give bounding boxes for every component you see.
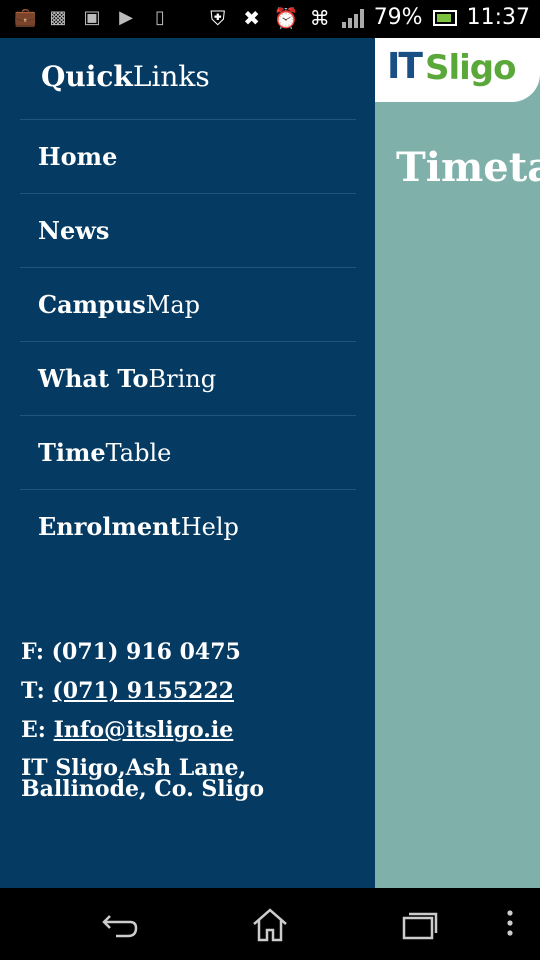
menu-item-enrolment-help[interactable]: Enrolment Help: [20, 489, 356, 563]
logo-it-text: IT: [387, 46, 423, 87]
navigation-drawer: QuickLinks Home News Campus Map What To Br…: [0, 38, 375, 888]
menu-item-label-suffix: Table: [105, 438, 172, 467]
menu-item-label-suffix: Map: [145, 290, 201, 319]
menu-item-home[interactable]: Home: [20, 119, 356, 193]
recent-apps-icon: [402, 912, 438, 940]
address: IT Sligo,Ash Lane, Ballinode, Co. Sligo: [21, 757, 265, 802]
shopping-bag-icon: 💼: [14, 7, 37, 28]
phone-link[interactable]: (071) 9155222: [52, 678, 234, 704]
page-title: Timeta: [396, 144, 540, 191]
menu-item-what-to-bring[interactable]: What To Bring: [20, 341, 356, 415]
drawer-title-regular: Links: [132, 60, 210, 93]
phone-row: T: (071) 9155222: [21, 680, 264, 702]
menu-item-campus-map[interactable]: Campus Map: [20, 267, 356, 341]
shield-icon: ⛨: [210, 5, 226, 30]
menu-item-label: What To: [38, 364, 149, 393]
menu-item-label: Enrolment: [38, 512, 181, 541]
logo-sligo-text: Sligo: [425, 48, 516, 88]
system-navigation-bar: [0, 888, 540, 960]
menu-item-label: Time: [38, 438, 106, 467]
phone-label: T:: [21, 678, 45, 704]
menu-item-label: News: [38, 216, 110, 245]
more-vertical-icon: [507, 910, 513, 936]
email-row: E: Info@itsligo.ie: [21, 719, 264, 741]
play-store-icon: ▶: [119, 7, 133, 28]
menu-item-label: Home: [38, 142, 118, 171]
home-icon: [253, 908, 287, 942]
menu-item-label: Campus: [38, 290, 146, 319]
image-icon: ▣: [83, 7, 101, 28]
signal-icon: [341, 8, 364, 28]
home-button[interactable]: [246, 902, 294, 946]
system-icons: ⛨ ✖ ⏰ ⌘ 79% 11:37: [206, 5, 530, 30]
no-nfc-icon: ✖: [243, 5, 261, 30]
phone-icon: ▯: [155, 7, 165, 28]
overflow-menu-button[interactable]: [488, 902, 532, 946]
battery-icon: [432, 9, 457, 26]
menu-item-timetable[interactable]: Time Table: [20, 415, 356, 489]
wifi-icon: ⌘: [309, 5, 330, 30]
status-bar: 💼 ▩ ▣ ▶ ▯ ⛨ ✖ ⏰ ⌘ 79% 11:37: [0, 0, 540, 38]
email-label: E:: [21, 717, 46, 743]
quick-links-menu: Home News Campus Map What To Bring Time Tab…: [20, 119, 356, 563]
menu-item-label-suffix: Bring: [148, 364, 217, 393]
alarm-icon: ⏰: [273, 5, 299, 30]
notification-icons: 💼 ▩ ▣ ▶ ▯: [14, 8, 170, 28]
it-sligo-logo[interactable]: IT Sligo: [375, 38, 540, 102]
back-icon: [102, 915, 138, 938]
clock: 11:37: [466, 5, 530, 30]
address-line-2: Ballinode, Co. Sligo: [21, 775, 265, 802]
drawer-title-bold: Quick: [41, 60, 133, 93]
menu-item-label-suffix: Help: [180, 512, 239, 541]
back-button[interactable]: [98, 902, 146, 946]
fax-row: F: (071) 916 0475: [21, 641, 264, 663]
main-content: IT Sligo Timeta: [375, 38, 540, 888]
fax-label: F:: [21, 639, 44, 665]
email-link[interactable]: Info@itsligo.ie: [54, 717, 234, 743]
sim-icon: ▩: [49, 7, 67, 28]
contact-info: F: (071) 916 0475 T: (071) 9155222 E: In…: [21, 641, 264, 800]
battery-percent: 79%: [373, 5, 423, 30]
fax-number: (071) 916 0475: [51, 639, 241, 665]
drawer-title: QuickLinks: [41, 60, 210, 93]
menu-item-news[interactable]: News: [20, 193, 356, 267]
recent-apps-button[interactable]: [396, 902, 444, 946]
